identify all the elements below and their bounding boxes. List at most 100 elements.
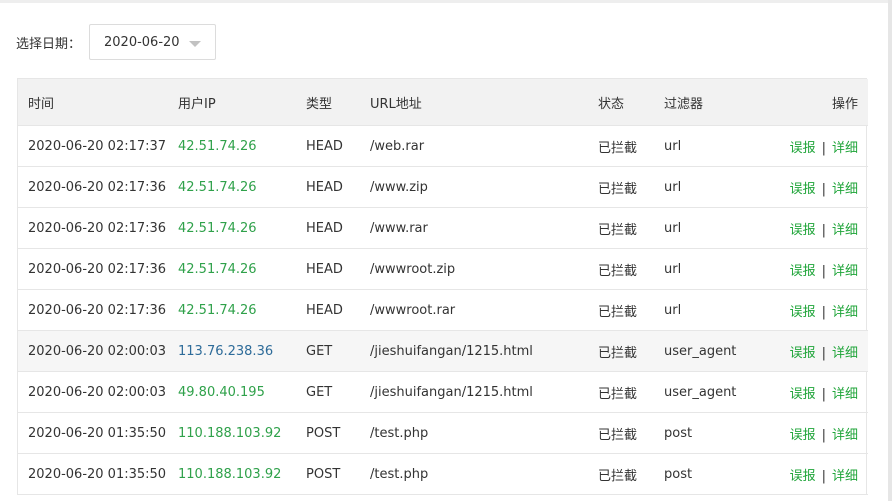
table-row: 2020-06-20 02:00:03 49.80.40.195 GET/jiesh… — [18, 371, 868, 413]
cell-status: 已拦截 — [588, 371, 654, 413]
cell-time: 2020-06-20 01:35:50 — [18, 412, 168, 454]
table-row: 2020-06-20 02:17:36 42.51.74.26 HEAD/www.r… — [18, 207, 868, 249]
detail-link[interactable]: 详细 — [832, 469, 858, 484]
cell-status: 已拦截 — [588, 330, 654, 372]
cell-ip: 49.80.40.195 — [168, 371, 296, 413]
cell-status: 已拦截 — [588, 453, 654, 495]
action-separator: | — [821, 181, 826, 197]
cell-ip: 113.76.238.36 — [168, 330, 296, 372]
cell-type: HEAD — [296, 166, 360, 208]
cell-ip: 42.51.74.26 — [168, 207, 296, 249]
misreport-link[interactable]: 误报 — [790, 264, 816, 279]
date-filter-label: 选择日期： — [16, 36, 82, 52]
table-header-row: 时间 用户IP 类型 URL地址 状态 过滤器 操作 — [18, 79, 868, 126]
cell-time: 2020-06-20 02:17:36 — [18, 166, 168, 208]
scrollbar-track[interactable] — [888, 0, 892, 501]
date-select[interactable]: 2020-06-20 — [89, 24, 217, 60]
cell-status: 已拦截 — [588, 125, 654, 167]
misreport-link[interactable]: 误报 — [790, 305, 816, 320]
detail-link[interactable]: 详细 — [832, 182, 858, 197]
cell-time: 2020-06-20 02:17:37 — [18, 125, 168, 167]
cell-url: /www.zip — [360, 166, 588, 208]
detail-link[interactable]: 详细 — [832, 223, 858, 238]
cell-status: 已拦截 — [588, 248, 654, 290]
cell-filter: url — [654, 125, 764, 167]
cell-filter: post — [654, 412, 764, 454]
misreport-link[interactable]: 误报 — [790, 182, 816, 197]
cell-ops: 误报 | 详细 — [764, 125, 868, 167]
cell-status: 已拦截 — [588, 289, 654, 331]
header-status: 状态 — [588, 79, 654, 126]
cell-time: 2020-06-20 02:17:36 — [18, 207, 168, 249]
cell-ops: 误报 | 详细 — [764, 412, 868, 454]
detail-link[interactable]: 详细 — [832, 346, 858, 361]
cell-ops: 误报 | 详细 — [764, 453, 868, 495]
header-time: 时间 — [18, 79, 168, 126]
header-ops: 操作 — [764, 79, 868, 126]
action-separator: | — [821, 345, 826, 361]
cell-time: 2020-06-20 02:00:03 — [18, 330, 168, 372]
cell-filter: url — [654, 207, 764, 249]
action-separator: | — [821, 304, 826, 320]
cell-status: 已拦截 — [588, 166, 654, 208]
cell-url: /jieshuifangan/1215.html — [360, 371, 588, 413]
cell-filter: user_agent — [654, 371, 764, 413]
cell-url: /test.php — [360, 412, 588, 454]
cell-ops: 误报 | 详细 — [764, 371, 868, 413]
misreport-link[interactable]: 误报 — [790, 346, 816, 361]
cell-ip: 42.51.74.26 — [168, 166, 296, 208]
misreport-link[interactable]: 误报 — [790, 469, 816, 484]
action-separator: | — [821, 427, 826, 443]
cell-ops: 误报 | 详细 — [764, 248, 868, 290]
header-filter: 过滤器 — [654, 79, 764, 126]
cell-type: GET — [296, 371, 360, 413]
cell-filter: url — [654, 289, 764, 331]
cell-ip: 42.51.74.26 — [168, 125, 296, 167]
cell-status: 已拦截 — [588, 412, 654, 454]
misreport-link[interactable]: 误报 — [790, 387, 816, 402]
cell-ops: 误报 | 详细 — [764, 330, 868, 372]
cell-type: POST — [296, 412, 360, 454]
cell-ip: 42.51.74.26 — [168, 248, 296, 290]
cell-type: HEAD — [296, 207, 360, 249]
cell-url: /wwwroot.rar — [360, 289, 588, 331]
date-select-value: 2020-06-20 — [104, 34, 180, 50]
action-separator: | — [821, 222, 826, 238]
misreport-link[interactable]: 误报 — [790, 428, 816, 443]
header-url: URL地址 — [360, 79, 588, 126]
cell-type: GET — [296, 330, 360, 372]
cell-url: /test.php — [360, 453, 588, 495]
table-row: 2020-06-20 02:17:36 42.51.74.26 HEAD/wwwro… — [18, 248, 868, 290]
cell-url: /wwwroot.zip — [360, 248, 588, 290]
detail-link[interactable]: 详细 — [832, 141, 858, 156]
detail-link[interactable]: 详细 — [832, 264, 858, 279]
cell-time: 2020-06-20 02:17:36 — [18, 289, 168, 331]
cell-url: /web.rar — [360, 125, 588, 167]
log-table: 时间 用户IP 类型 URL地址 状态 过滤器 操作 2020-06-20 02… — [17, 78, 868, 495]
action-separator: | — [821, 140, 826, 156]
table-row: 2020-06-20 01:35:50 110.188.103.92 POST/te… — [18, 412, 868, 454]
detail-link[interactable]: 详细 — [832, 387, 858, 402]
cell-ip: 110.188.103.92 — [168, 412, 296, 454]
table-row: 2020-06-20 02:17:37 42.51.74.26 HEAD/web.r… — [18, 125, 868, 167]
cell-filter: user_agent — [654, 330, 764, 372]
cell-type: HEAD — [296, 248, 360, 290]
table-row: 2020-06-20 01:35:50 110.188.103.92 POST/te… — [18, 453, 868, 495]
cell-ops: 误报 | 详细 — [764, 289, 868, 331]
table-row: 2020-06-20 02:17:36 42.51.74.26 HEAD/www.z… — [18, 166, 868, 208]
table-body: 2020-06-20 02:17:37 42.51.74.26 HEAD/web.r… — [18, 125, 868, 495]
cell-time: 2020-06-20 02:00:03 — [18, 371, 168, 413]
cell-status: 已拦截 — [588, 207, 654, 249]
cell-filter: post — [654, 453, 764, 495]
detail-link[interactable]: 详细 — [832, 305, 858, 320]
chevron-down-icon — [189, 41, 202, 47]
cell-type: POST — [296, 453, 360, 495]
detail-link[interactable]: 详细 — [832, 428, 858, 443]
misreport-link[interactable]: 误报 — [790, 223, 816, 238]
table-row: 2020-06-20 02:00:03 113.76.238.36 GET/jies… — [18, 330, 868, 372]
misreport-link[interactable]: 误报 — [790, 141, 816, 156]
cell-ip: 110.188.103.92 — [168, 453, 296, 495]
cell-type: HEAD — [296, 289, 360, 331]
header-ip: 用户IP — [168, 79, 296, 126]
cell-filter: url — [654, 166, 764, 208]
